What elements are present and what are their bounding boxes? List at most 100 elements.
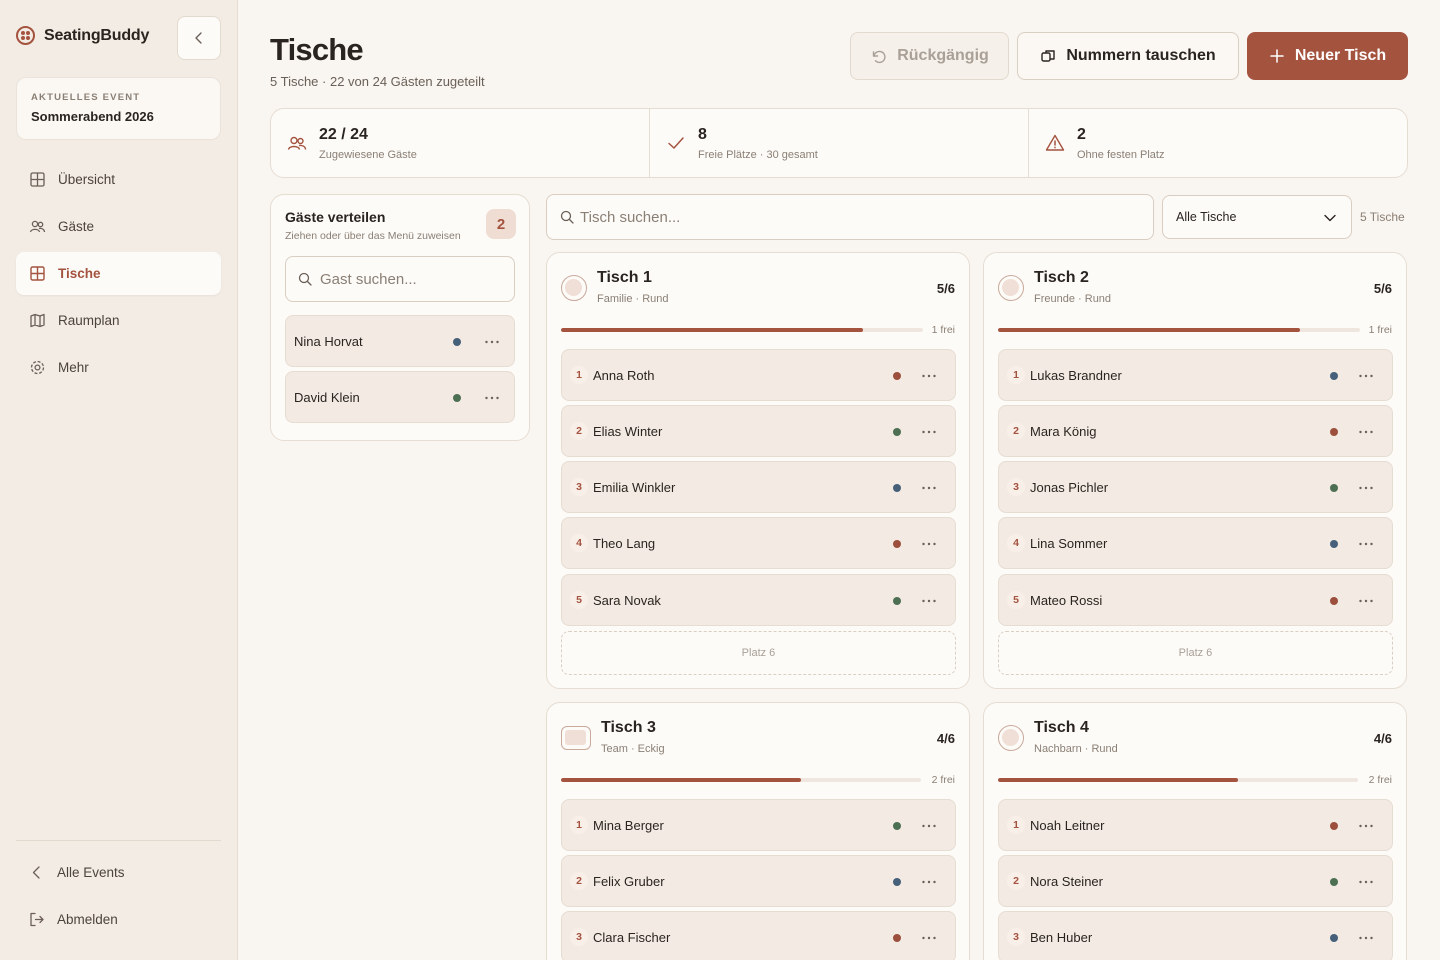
main-nav: Übersicht Gäste Tische Raumplan Mehr — [16, 158, 221, 393]
seat-row[interactable]: 3 Emilia Winkler — [561, 461, 956, 513]
table-occupancy: 4/6 — [1373, 731, 1392, 746]
seat-guest-name: Sara Novak — [593, 593, 661, 608]
guest-search-field[interactable] — [285, 256, 515, 302]
more-options-icon[interactable] — [1356, 366, 1376, 386]
more-options-icon[interactable] — [1356, 422, 1376, 442]
more-options-icon[interactable] — [919, 422, 939, 442]
swap-numbers-button[interactable]: Nummern tauschen — [1017, 32, 1239, 80]
nav-item-guests[interactable]: Gäste — [16, 205, 221, 248]
unassigned-guest-card[interactable]: Nina Horvat — [285, 315, 515, 367]
swap-icon — [1041, 50, 1056, 62]
nav-item-overview[interactable]: Übersicht — [16, 158, 221, 201]
undo-button[interactable]: Rückgängig — [850, 32, 1009, 80]
seat-row[interactable]: 4 Theo Lang — [561, 517, 956, 569]
more-options-icon[interactable] — [1356, 872, 1376, 892]
more-options-icon[interactable] — [919, 366, 939, 386]
users-icon — [29, 220, 46, 233]
nav-item-label: Übersicht — [58, 172, 116, 187]
stat-no-seat: 2 Ohne festen Platz — [1029, 109, 1407, 177]
all-events-link[interactable]: Alle Events — [16, 851, 221, 894]
seat-guest-name: Ben Huber — [1030, 930, 1093, 945]
more-options-icon[interactable] — [919, 478, 939, 498]
occupancy-bar — [998, 328, 1360, 332]
seat-row[interactable]: 1 Anna Roth — [561, 349, 956, 401]
seat-guest-name: Theo Lang — [593, 536, 656, 551]
table-search-input[interactable] — [580, 208, 1140, 226]
seat-row[interactable]: 3 Clara Fischer — [561, 911, 956, 960]
seat-number: 2 — [570, 872, 588, 890]
table-card[interactable]: Tisch 1 Familie · Rund 5/6 1 frei 1 Anna … — [546, 252, 970, 689]
current-event-card[interactable]: AKTUELLES EVENT Sommerabend 2026 — [16, 77, 221, 140]
seat-row[interactable]: 1 Noah Leitner — [998, 799, 1393, 851]
sidebar-divider — [16, 840, 221, 841]
unassigned-guest-card[interactable]: David Klein — [285, 371, 515, 423]
nav-item-more[interactable]: Mehr — [16, 346, 221, 389]
unassigned-count-badge: 2 — [486, 209, 516, 239]
new-table-button[interactable]: Neuer Tisch — [1247, 32, 1408, 80]
table-card[interactable]: Tisch 3 Team · Eckig 4/6 2 frei 1 Mina Be… — [546, 702, 970, 960]
more-options-icon[interactable] — [919, 816, 939, 836]
seat-row[interactable]: 4 Lina Sommer — [998, 517, 1393, 569]
collapse-sidebar-button[interactable] — [177, 16, 221, 60]
more-options-icon[interactable] — [919, 534, 939, 554]
seat-row[interactable]: 3 Jonas Pichler — [998, 461, 1393, 513]
seat-row[interactable]: 5 Mateo Rossi — [998, 574, 1393, 626]
seat-guest-name: Mara König — [1030, 424, 1097, 439]
nav-item-tables[interactable]: Tische — [16, 252, 221, 295]
filter-value: Alle Tische — [1176, 210, 1237, 224]
guest-group-dot — [893, 597, 901, 605]
nav-item-label: Abmelden — [57, 912, 118, 927]
seat-row[interactable]: 1 Lukas Brandner — [998, 349, 1393, 401]
seat-row[interactable]: 2 Felix Gruber — [561, 855, 956, 907]
table-card[interactable]: Tisch 4 Nachbarn · Rund 4/6 2 frei 1 Noah… — [983, 702, 1407, 960]
seat-guest-name: Lukas Brandner — [1030, 368, 1122, 383]
guest-search-input[interactable] — [320, 270, 510, 288]
undo-label: Rückgängig — [897, 47, 989, 64]
seat-row[interactable]: 3 Ben Huber — [998, 911, 1393, 960]
more-options-icon[interactable] — [1356, 478, 1376, 498]
seat-row[interactable]: 1 Mina Berger — [561, 799, 956, 851]
more-options-icon[interactable] — [919, 591, 939, 611]
round-table-icon — [561, 275, 587, 301]
more-options-icon[interactable] — [1356, 928, 1376, 948]
more-options-icon[interactable] — [1356, 534, 1376, 554]
table-search-field[interactable] — [546, 194, 1154, 240]
seat-number: 1 — [570, 366, 588, 384]
table-card[interactable]: Tisch 2 Freunde · Rund 5/6 1 frei 1 Lukas… — [983, 252, 1407, 689]
undo-icon — [873, 50, 886, 63]
stat-label: Freie Plätze · 30 gesamt — [698, 148, 818, 161]
empty-seat-slot[interactable]: Platz 6 — [998, 631, 1393, 675]
seat-guest-name: Emilia Winkler — [593, 480, 676, 495]
seat-guest-name: Elias Winter — [593, 424, 663, 439]
empty-seat-slot[interactable]: Platz 6 — [561, 631, 956, 675]
guest-group-dot — [1330, 484, 1338, 492]
table-name: Tisch 4 — [1034, 719, 1089, 736]
more-options-icon[interactable] — [482, 388, 502, 408]
guest-group-dot — [453, 394, 461, 402]
table-occupancy: 5/6 — [1373, 281, 1392, 296]
more-options-icon[interactable] — [919, 928, 939, 948]
more-options-icon[interactable] — [482, 332, 502, 352]
seat-guest-name: Clara Fischer — [593, 930, 671, 945]
more-options-icon[interactable] — [1356, 591, 1376, 611]
guest-group-dot — [893, 484, 901, 492]
seat-row[interactable]: 2 Mara König — [998, 405, 1393, 457]
seat-row[interactable]: 2 Elias Winter — [561, 405, 956, 457]
brand[interactable]: SeatingBuddy — [16, 26, 149, 45]
occupancy-bar-fill — [561, 328, 863, 332]
seat-row[interactable]: 2 Nora Steiner — [998, 855, 1393, 907]
more-options-icon[interactable] — [1356, 816, 1376, 836]
guest-group-dot — [893, 540, 901, 548]
logout-link[interactable]: Abmelden — [16, 898, 221, 941]
guest-name: Nina Horvat — [294, 333, 363, 349]
more-options-icon[interactable] — [919, 872, 939, 892]
seat-guest-name: Jonas Pichler — [1030, 480, 1109, 495]
nav-item-floorplan[interactable]: Raumplan — [16, 299, 221, 342]
guest-group-dot — [1330, 597, 1338, 605]
seat-guest-name: Mateo Rossi — [1030, 593, 1103, 608]
seat-number: 3 — [1007, 928, 1025, 946]
seat-row[interactable]: 5 Sara Novak — [561, 574, 956, 626]
table-filter-select[interactable]: Alle Tische — [1162, 195, 1352, 239]
current-event-label: AKTUELLES EVENT — [31, 92, 141, 103]
unassigned-guests-panel: Gäste verteilen Ziehen oder über das Men… — [270, 194, 530, 441]
